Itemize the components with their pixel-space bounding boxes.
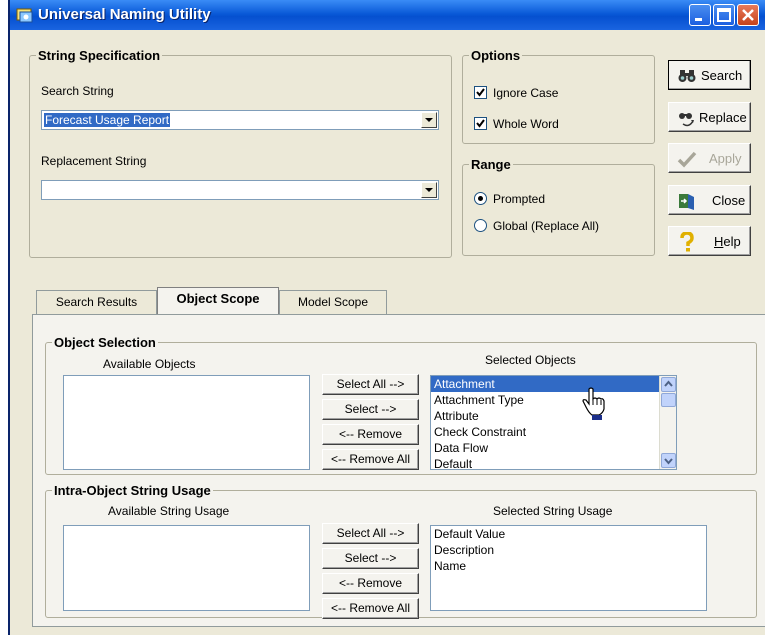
replacement-string-label: Replacement String	[41, 154, 147, 168]
object-selection-legend: Object Selection	[54, 335, 156, 350]
replace-button-label: Replace	[699, 110, 747, 125]
app-icon	[16, 6, 34, 24]
global-replace-all-radio[interactable]	[474, 219, 487, 232]
list-item[interactable]: Default Value	[431, 526, 706, 542]
scroll-thumb[interactable]	[661, 393, 676, 407]
selected-objects-scrollbar[interactable]	[659, 376, 676, 469]
whole-word-checkbox[interactable]	[474, 117, 487, 130]
selected-usage-items: Default Value Description Name	[431, 526, 706, 574]
available-string-usage-list[interactable]	[63, 525, 310, 611]
string-usage-legend: Intra-Object String Usage	[54, 483, 211, 498]
selected-objects-items: Attachment Attachment Type Attribute Check …	[431, 376, 676, 469]
title-bar[interactable]: Universal Naming Utility	[10, 0, 765, 30]
chevron-down-icon	[425, 118, 433, 122]
question-mark-icon	[680, 232, 694, 252]
object-scope-panel: Object Selection Available Objects Selec…	[32, 314, 765, 627]
whole-word-label[interactable]: Whole Word	[493, 117, 559, 131]
available-objects-label: Available Objects	[103, 357, 196, 371]
minimize-button[interactable]	[689, 4, 711, 26]
close-button-label: Close	[712, 193, 746, 208]
apply-button-label: Apply	[709, 151, 742, 166]
range-group: Range	[462, 157, 655, 256]
chevron-down-icon	[664, 458, 673, 465]
ignore-case-label[interactable]: Ignore Case	[493, 86, 558, 100]
list-item[interactable]: Data Flow	[431, 440, 676, 456]
objects-remove-all-button[interactable]: <-- Remove All	[322, 449, 419, 470]
list-item[interactable]: Description	[431, 542, 706, 558]
usage-select-button[interactable]: Select -->	[322, 548, 419, 569]
available-objects-list[interactable]	[63, 375, 310, 470]
search-string-combo[interactable]: Forecast Usage Report	[41, 110, 439, 130]
maximize-icon	[717, 8, 731, 22]
tab-control: Search Results Object Scope Model Scope …	[32, 287, 765, 627]
tab-model-scope[interactable]: Model Scope	[279, 290, 387, 314]
binoculars-icon	[678, 70, 696, 82]
list-item[interactable]: Check Constraint	[431, 424, 676, 440]
apply-button[interactable]: Apply	[668, 143, 751, 173]
string-specification-group: String Specification	[29, 48, 452, 258]
prompted-label[interactable]: Prompted	[493, 192, 545, 206]
usage-remove-all-button[interactable]: <-- Remove All	[322, 598, 419, 619]
minimize-icon	[695, 18, 702, 21]
range-legend: Range	[471, 157, 511, 172]
ignore-case-checkbox[interactable]	[474, 86, 487, 99]
string-specification-legend: String Specification	[38, 48, 161, 63]
usage-remove-button[interactable]: <-- Remove	[322, 573, 419, 594]
list-item[interactable]: Attachment	[431, 376, 676, 392]
replacement-string-value[interactable]	[44, 183, 46, 197]
global-replace-all-label[interactable]: Global (Replace All)	[493, 219, 599, 233]
prompted-radio[interactable]	[474, 192, 487, 205]
help-mnemonic: H	[714, 234, 724, 249]
help-rest: elp	[723, 234, 741, 249]
help-button[interactable]: Help	[668, 226, 751, 256]
list-item[interactable]: Name	[431, 558, 706, 574]
scroll-down-button[interactable]	[661, 453, 676, 468]
close-icon	[742, 9, 754, 21]
exit-door-icon	[679, 194, 694, 210]
chevron-up-icon	[664, 380, 673, 387]
available-string-usage-label: Available String Usage	[108, 504, 230, 518]
replacement-string-combo[interactable]	[41, 180, 439, 200]
tab-object-scope[interactable]: Object Scope	[157, 287, 279, 314]
checkmark-icon	[677, 151, 697, 168]
help-button-label: Help	[714, 234, 741, 249]
scroll-up-button[interactable]	[661, 377, 676, 392]
checkmark-icon	[476, 88, 485, 97]
options-legend: Options	[471, 48, 521, 63]
hand-cursor-icon	[581, 387, 607, 421]
objects-select-all-button[interactable]: Select All -->	[322, 374, 419, 395]
replacement-dropdown-button[interactable]	[421, 182, 437, 198]
search-button[interactable]: Search	[668, 60, 751, 90]
usage-select-all-button[interactable]: Select All -->	[322, 523, 419, 544]
tab-search-results[interactable]: Search Results	[36, 290, 157, 314]
list-item[interactable]: Attachment Type	[431, 392, 676, 408]
list-item[interactable]: Default	[431, 456, 676, 469]
close-button[interactable]: Close	[668, 185, 751, 215]
chevron-down-icon	[425, 188, 433, 192]
objects-remove-button[interactable]: <-- Remove	[322, 424, 419, 445]
close-window-button[interactable]	[737, 4, 759, 26]
selected-objects-list[interactable]: Attachment Attachment Type Attribute Check …	[430, 375, 677, 470]
universal-naming-utility-window: Universal Naming Utility String Specific…	[8, 0, 765, 635]
selected-string-usage-list[interactable]: Default Value Description Name	[430, 525, 707, 611]
search-string-label: Search String	[41, 84, 114, 98]
window-title: Universal Naming Utility	[38, 6, 211, 23]
objects-select-button[interactable]: Select -->	[322, 399, 419, 420]
list-item[interactable]: Attribute	[431, 408, 676, 424]
search-dropdown-button[interactable]	[421, 112, 437, 128]
replace-button[interactable]: Replace	[668, 102, 751, 132]
checkmark-icon	[476, 119, 485, 128]
selected-objects-label: Selected Objects	[485, 353, 576, 367]
selected-string-usage-label: Selected String Usage	[493, 504, 613, 518]
search-string-value[interactable]: Forecast Usage Report	[44, 113, 171, 127]
search-button-label: Search	[701, 68, 743, 83]
binoculars-replace-icon	[679, 113, 694, 127]
maximize-button[interactable]	[713, 4, 735, 26]
